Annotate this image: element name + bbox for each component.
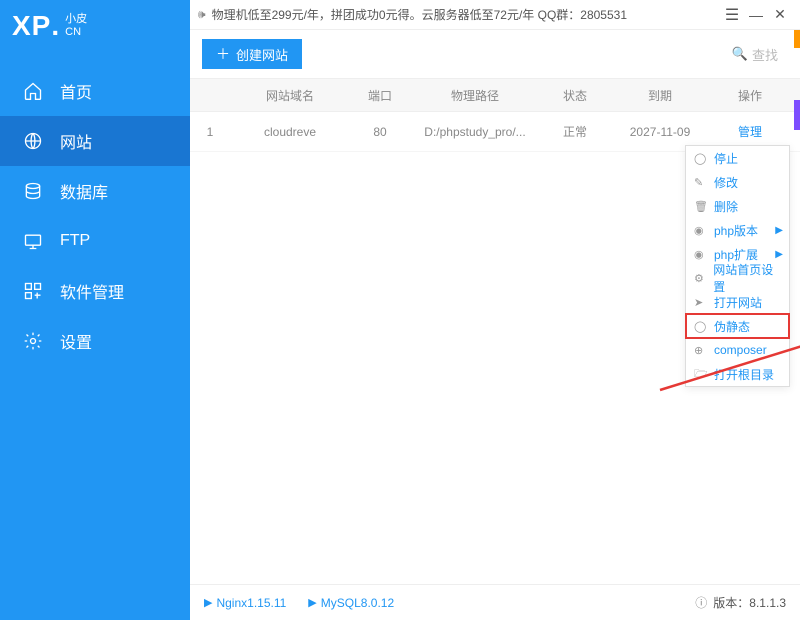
decor-strip	[794, 100, 800, 130]
info-icon: ⓘ	[695, 594, 707, 611]
search-icon: 🔍	[732, 46, 748, 62]
minimize-button[interactable]: —	[744, 7, 768, 23]
service-nginx[interactable]: ▶Nginx1.15.11	[204, 596, 286, 610]
nav-label: 设置	[60, 329, 92, 353]
col-expire: 到期	[610, 87, 710, 104]
nav-label: 网站	[60, 129, 92, 153]
nav-database[interactable]: 数据库	[0, 166, 190, 216]
row-expire: 2027-11-09	[610, 125, 710, 139]
version-label: 版本：	[713, 594, 749, 611]
stop-icon: ◯	[694, 152, 708, 165]
circle-icon: ◯	[694, 320, 708, 333]
edit-icon: ✎	[694, 176, 708, 189]
dd-homepage[interactable]: ⚙网站首页设置	[686, 266, 789, 290]
titlebar: 🕪 物理机低至299元/年，拼团成功0元得。云服务器低至72元/年 QQ群：28…	[190, 0, 800, 30]
dd-open-root[interactable]: 🗁打开根目录	[686, 362, 789, 386]
service-mysql[interactable]: ▶MySQL8.0.12	[308, 596, 394, 610]
dd-open-site[interactable]: ➤打开网站	[686, 290, 789, 314]
chevron-right-icon: ▶	[775, 225, 783, 236]
table-header: 网站域名 端口 物理路径 状态 到期 操作	[190, 78, 800, 112]
plus-icon: ＋	[216, 44, 230, 64]
version-value: 8.1.1.3	[749, 596, 786, 610]
nav-label: 数据库	[60, 179, 108, 203]
play-icon: ▶	[204, 596, 212, 609]
home-icon	[22, 80, 44, 102]
apps-icon	[22, 280, 44, 302]
nav-software[interactable]: 软件管理	[0, 266, 190, 316]
ftp-icon	[22, 230, 44, 252]
sidebar: XP . 小皮 CN 首页 网站 数据库 FTP 软件管理 设置	[0, 0, 190, 620]
menu-button[interactable]: ☰	[720, 5, 744, 25]
col-op: 操作	[710, 87, 790, 104]
dd-composer[interactable]: ⊕composer	[686, 338, 789, 362]
nav-settings[interactable]: 设置	[0, 316, 190, 366]
logo-cn: 小皮 CN	[65, 13, 87, 39]
col-domain: 网站域名	[230, 87, 350, 104]
row-path: D:/phpstudy_pro/...	[410, 125, 540, 139]
nav-label: 软件管理	[60, 279, 124, 303]
row-index: 1	[190, 125, 230, 139]
decor-strip	[794, 30, 800, 48]
gear-icon: ⚙	[694, 272, 707, 285]
row-domain: cloudreve	[230, 125, 350, 139]
col-path: 物理路径	[410, 87, 540, 104]
nav-home[interactable]: 首页	[0, 66, 190, 116]
trash-icon: 🗑	[694, 200, 708, 213]
dd-delete[interactable]: 🗑删除	[686, 194, 789, 218]
open-icon: ➤	[694, 296, 708, 309]
row-status: 正常	[540, 123, 610, 140]
announcement: 物理机低至299元/年，拼团成功0元得。云服务器低至72元/年 QQ群：2805…	[212, 6, 627, 23]
dot-icon: ◉	[694, 224, 708, 237]
logo-dot: .	[51, 10, 59, 42]
create-site-button[interactable]: ＋ 创建网站	[202, 39, 302, 69]
chevron-right-icon: ▶	[775, 249, 783, 260]
play-icon: ▶	[308, 596, 316, 609]
database-icon	[22, 180, 44, 202]
globe-icon	[22, 130, 44, 152]
dd-edit[interactable]: ✎修改	[686, 170, 789, 194]
search-input[interactable]: 🔍 查找	[722, 41, 788, 68]
speaker-icon: 🕪	[198, 7, 206, 22]
dd-stop[interactable]: ◯停止	[686, 146, 789, 170]
search-placeholder: 查找	[752, 45, 778, 64]
manage-link[interactable]: 管理	[710, 123, 790, 140]
nav-ftp[interactable]: FTP	[0, 216, 190, 266]
composer-icon: ⊕	[694, 344, 708, 357]
col-status: 状态	[540, 87, 610, 104]
create-label: 创建网站	[236, 45, 288, 64]
logo-xp: XP	[12, 10, 51, 42]
col-port: 端口	[350, 87, 410, 104]
logo: XP . 小皮 CN	[0, 0, 190, 48]
manage-dropdown: ◯停止 ✎修改 🗑删除 ◉php版本▶ ◉php扩展▶ ⚙网站首页设置 ➤打开网…	[685, 145, 790, 387]
dd-php-version[interactable]: ◉php版本▶	[686, 218, 789, 242]
nav: 首页 网站 数据库 FTP 软件管理 设置	[0, 66, 190, 366]
main: 🕪 物理机低至299元/年，拼团成功0元得。云服务器低至72元/年 QQ群：28…	[190, 0, 800, 620]
folder-icon: 🗁	[694, 365, 708, 384]
nav-label: 首页	[60, 79, 92, 103]
gear-icon	[22, 330, 44, 352]
dd-rewrite[interactable]: ◯伪静态	[686, 314, 789, 338]
nav-website[interactable]: 网站	[0, 116, 190, 166]
close-button[interactable]: ✕	[768, 6, 792, 23]
row-port: 80	[350, 125, 410, 139]
toolbar: ＋ 创建网站 🔍 查找	[190, 30, 800, 78]
dot-icon: ◉	[694, 248, 708, 261]
statusbar: ▶Nginx1.15.11 ▶MySQL8.0.12 ⓘ 版本： 8.1.1.3	[190, 584, 800, 620]
nav-label: FTP	[60, 232, 90, 250]
